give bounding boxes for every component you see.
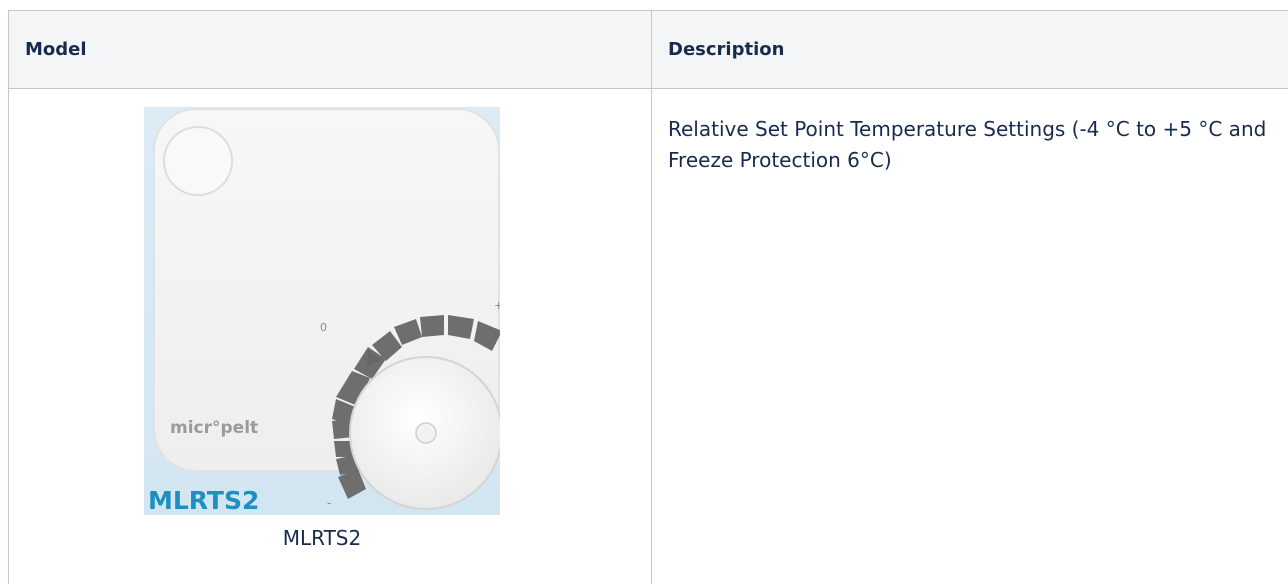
header-description: Description xyxy=(668,39,785,60)
table-left-border xyxy=(8,10,9,584)
model-description: Relative Set Point Temperature Settings … xyxy=(668,117,1267,172)
sensor-window xyxy=(163,126,233,196)
dial-zero-label: 0 xyxy=(320,321,327,334)
product-label: MLRTS2 xyxy=(148,486,259,515)
table-header-row: Model Description xyxy=(8,10,1288,89)
product-table: Model Description 0 + - micr°pelt MLRTS2… xyxy=(8,10,1288,584)
image-caption: MLRTS2 xyxy=(282,526,362,550)
column-divider xyxy=(651,10,652,584)
brand-logo: micr°pelt xyxy=(170,418,258,438)
product-image: 0 + - micr°pelt MLRTS2 xyxy=(144,107,500,515)
knob-center xyxy=(415,422,437,444)
header-model: Model xyxy=(25,39,87,60)
dial-minus-label: - xyxy=(327,496,331,510)
thermostat-illustration: 0 + - micr°pelt MLRTS2 xyxy=(148,108,500,515)
dial-plus-label: + xyxy=(494,299,500,312)
